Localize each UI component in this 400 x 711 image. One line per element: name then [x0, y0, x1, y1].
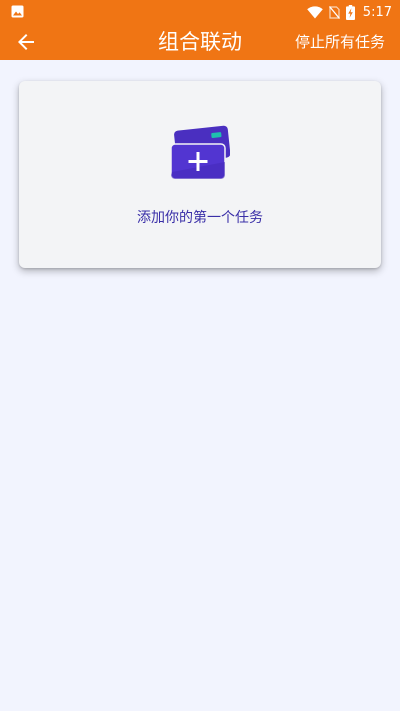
- wifi-icon: [306, 5, 323, 18]
- stop-all-tasks-button[interactable]: 停止所有任务: [295, 32, 385, 52]
- status-bar: 5:17: [0, 0, 400, 24]
- battery-charging-icon: [345, 4, 355, 20]
- add-task-cards-icon: [170, 125, 230, 180]
- status-time: 5:17: [362, 4, 392, 20]
- image-icon: [11, 5, 24, 18]
- app-bar: 组合联动 停止所有任务: [0, 24, 400, 60]
- empty-state-message: 添加你的第一个任务: [137, 210, 263, 226]
- no-sim-icon: [328, 5, 340, 19]
- header: 5:17 组合联动 停止所有任务: [0, 0, 400, 60]
- status-icons: 5:17: [306, 0, 392, 24]
- add-first-task-card[interactable]: 添加你的第一个任务: [19, 81, 381, 268]
